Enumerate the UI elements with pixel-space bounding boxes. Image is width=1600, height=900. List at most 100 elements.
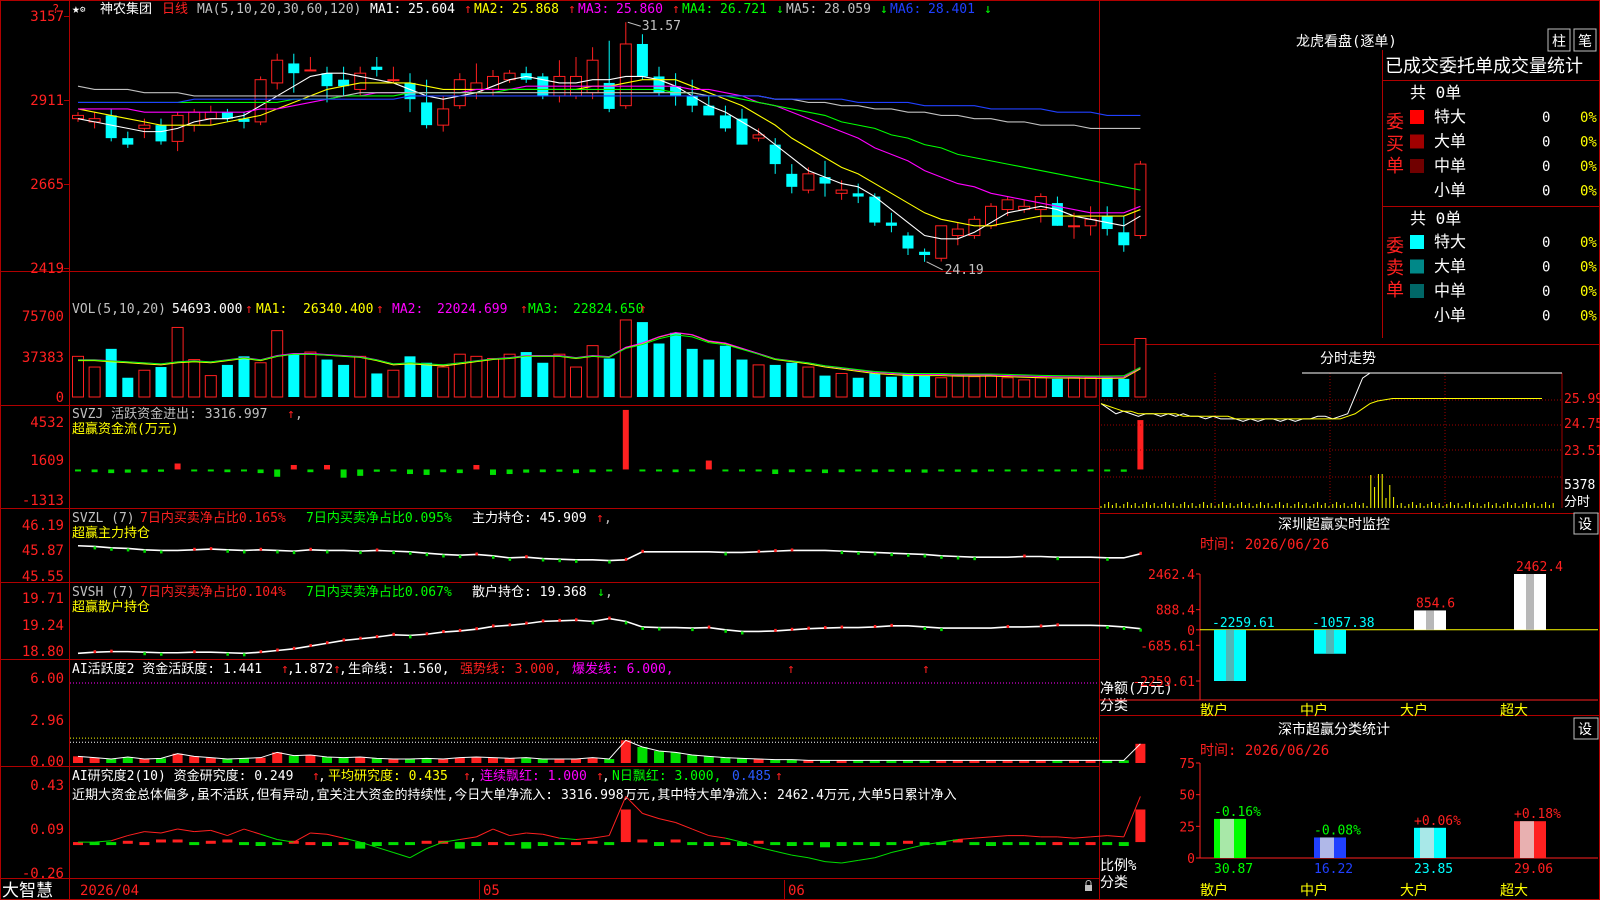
classify-category: 中户 xyxy=(1300,882,1328,899)
research-bar-down xyxy=(836,842,847,846)
intraday-y-tick: 23.51 xyxy=(1564,444,1600,459)
ai1-y-tick: 2.96 xyxy=(30,713,64,729)
lock-icon[interactable] xyxy=(1085,885,1092,891)
research-bar-down xyxy=(239,842,249,846)
fund-flow-bar-out xyxy=(755,469,762,472)
classify-chart[interactable]: 75 50 25 0 -0.16% 30.87 散户 -0.08% 16.22 中户 +0.06% 2… xyxy=(1179,757,1598,899)
monitor-chart[interactable]: 2462.4 888.4 0-685.61 -2259.61 -2259.61 散户 -10… xyxy=(1100,560,1598,719)
intraday-label: 分时 xyxy=(1564,495,1590,510)
bar-view-label: 柱 xyxy=(1552,34,1566,50)
activity-bar xyxy=(687,755,698,763)
volume-bar-up xyxy=(935,377,948,398)
fund-flow-bar-out xyxy=(257,469,264,474)
volume-bar-down xyxy=(703,359,715,397)
svzl-tick-marker xyxy=(1023,554,1026,558)
fund-flow-bar-out xyxy=(390,469,397,472)
volume-bar-down xyxy=(603,358,615,397)
research-bar-up xyxy=(488,842,498,846)
fund-flow-bar-out xyxy=(456,469,463,474)
svzl-ratio-2: 7日内买卖净占比0.095% xyxy=(306,510,452,526)
period-label[interactable]: 日线 xyxy=(162,2,188,17)
intraday-y-axis: 25.99 24.75 23.51 5378 分时 xyxy=(1564,392,1600,510)
star-icon[interactable]: ★ xyxy=(72,2,80,17)
fund-flow-bar-out xyxy=(91,469,98,473)
classify-category: 超大 xyxy=(1500,883,1528,899)
classify-value-label: 30.87 xyxy=(1214,862,1253,877)
research-bar-down xyxy=(1069,842,1079,846)
up-arrow: ↑ xyxy=(639,302,647,317)
ai1-title: AI活跃度2 资金活跃度: 1.441 xyxy=(72,661,262,677)
fund-flow-bar-out xyxy=(805,469,812,472)
row-pct: 0% xyxy=(1580,159,1597,175)
price-y-tick: 2419 xyxy=(30,261,64,277)
research-line-segment xyxy=(841,859,859,864)
svzl-tick-marker xyxy=(724,552,727,556)
monitor-category: 散户 xyxy=(1200,702,1228,719)
fund-flow-bar-out xyxy=(191,469,198,472)
activity-bar xyxy=(305,755,316,763)
side-label-char: 委 xyxy=(1386,236,1404,257)
fund-flow-bar-out xyxy=(124,469,131,473)
activity-bar xyxy=(488,757,498,763)
research-bar-down xyxy=(969,842,980,846)
research-line-segment xyxy=(1024,835,1041,838)
research-bar-up xyxy=(338,842,349,846)
classify-title: 深市超赢分类统计 xyxy=(1278,721,1390,738)
svsh-tick-marker xyxy=(1039,624,1043,628)
svzl-chart[interactable] xyxy=(77,544,1142,564)
volume-bar-up xyxy=(204,375,217,398)
svsh-ratio-2: 7日内买卖净占比0.067% xyxy=(306,584,452,600)
intraday-avg-line xyxy=(1100,397,1542,420)
activity-bar xyxy=(654,751,664,763)
stock-name[interactable]: 神农集团 xyxy=(100,1,152,17)
fund-flow-bar-out xyxy=(988,469,994,472)
candle-down xyxy=(155,125,167,142)
candle-up xyxy=(304,69,317,72)
x-axis: 大智慧 2026/04 05 06 xyxy=(2,880,1092,900)
svzl-tick-marker xyxy=(940,555,943,559)
svsh-ratio-1: 7日内买卖净占比0.104% xyxy=(140,584,286,600)
research-bar-down xyxy=(405,842,415,846)
volume-chart[interactable] xyxy=(72,319,1147,398)
svsh-tick-marker xyxy=(342,638,346,642)
ai2-value-5: 0.485 xyxy=(732,769,771,784)
fund-flow-bar-in xyxy=(1137,420,1144,470)
ai1-chart[interactable] xyxy=(70,682,1146,763)
ma-legend-name: MA5: xyxy=(786,2,817,17)
activity-bar xyxy=(637,747,648,763)
svsh-chart[interactable] xyxy=(77,616,1142,657)
research-bar-up xyxy=(903,840,913,844)
volume-bar-up xyxy=(985,375,997,398)
svsh-tick-marker xyxy=(591,621,595,625)
svzl-tick-marker xyxy=(226,549,229,553)
svzl-y-tick: 46.19 xyxy=(22,518,64,534)
svsh-panel-header: SVSH (7) 7日内买卖净占比0.104% 7日内买卖净占比0.067% 散… xyxy=(72,584,613,615)
x-tick: 05 xyxy=(483,883,500,899)
activity-bar xyxy=(454,757,465,763)
intraday-chart[interactable] xyxy=(1100,372,1563,508)
svsh-tick-marker xyxy=(359,636,362,640)
research-bar-up xyxy=(753,840,764,844)
volume-bar-down xyxy=(421,362,433,397)
row-pct: 0% xyxy=(1580,184,1597,200)
classify-y-tick: 0 xyxy=(1187,852,1195,867)
row-label: 中单 xyxy=(1434,281,1466,300)
settings-icon[interactable]: ⚙ xyxy=(79,5,86,15)
candle-down xyxy=(371,66,383,70)
svzl-tick-marker xyxy=(93,546,97,550)
activity-bar xyxy=(521,757,532,763)
monitor-category: 中户 xyxy=(1300,702,1328,719)
svzj-panel-header: SVZJ 活跃资金进出: 3316.997 ↑ , 超赢资金流(万元) xyxy=(72,406,303,437)
research-line-segment xyxy=(194,829,211,833)
research-bar-down xyxy=(537,842,548,846)
svzl-title: SVZL (7) xyxy=(72,511,135,526)
fund-flow-bar-out xyxy=(357,469,364,476)
svzl-tick-marker xyxy=(956,556,960,560)
svsh-line xyxy=(77,617,1141,655)
ai2-chart[interactable] xyxy=(73,796,1146,864)
research-bar-down xyxy=(504,842,515,846)
research-bar-down xyxy=(1035,842,1046,846)
price-chart[interactable] xyxy=(72,21,1147,271)
svzl-tick-marker xyxy=(126,548,130,552)
ai2-n-day-red: N日飘红: 3.000, xyxy=(612,768,721,784)
